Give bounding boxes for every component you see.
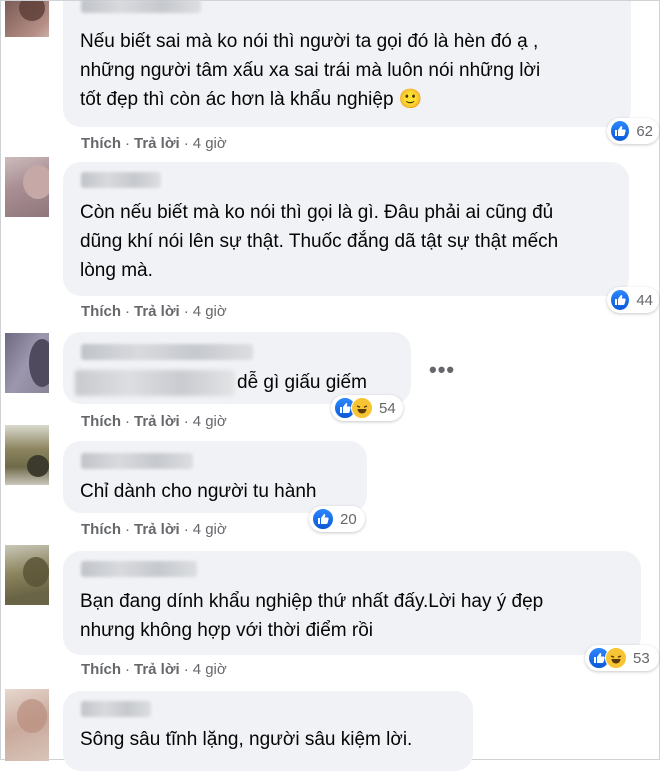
avatar[interactable] [5, 157, 49, 217]
commenter-name[interactable] [81, 172, 161, 188]
timestamp[interactable]: 4 giờ [193, 135, 227, 152]
haha-reaction-icon [351, 397, 373, 419]
commenter-name[interactable] [81, 453, 193, 469]
comment-bubble: Bạn đang dính khẩu nghiệp thứ nhất đấy.L… [63, 551, 641, 655]
commenter-name[interactable] [81, 561, 197, 577]
comment-text: Còn nếu biết mà ko nói thì gọi là gì. Đâ… [80, 202, 559, 281]
comment-bubble: Nếu biết sai mà ko nói thì người ta gọi … [63, 0, 631, 127]
reply-link[interactable]: Trả lời [134, 135, 180, 152]
comment-text: Bạn đang dính khẩu nghiệp thứ nhất đấy.L… [80, 591, 544, 641]
comment-actions: Thích · Trả lời · 4 giờ [81, 135, 227, 152]
blurred-text [75, 370, 235, 396]
reaction-summary[interactable]: 44 [607, 287, 659, 313]
commenter-name[interactable] [81, 344, 253, 360]
comment-text: dễ gì giấu giếm [237, 372, 367, 393]
avatar[interactable] [5, 425, 49, 485]
comment-bubble: Chỉ dành cho người tu hành [63, 441, 367, 513]
avatar[interactable] [5, 689, 49, 761]
like-reaction-icon [312, 508, 334, 530]
like-link[interactable]: Thích [81, 521, 121, 538]
comment-bubble: Sông sâu tĩnh lặng, người sâu kiệm lời. [63, 691, 473, 771]
reply-link[interactable]: Trả lời [134, 661, 180, 678]
haha-reaction-icon [605, 647, 627, 669]
avatar[interactable] [5, 545, 49, 605]
comment-text: Nếu biết sai mà ko nói thì người ta gọi … [80, 31, 541, 110]
like-reaction-icon [610, 289, 631, 311]
more-options-icon[interactable]: ••• [429, 357, 455, 383]
like-link[interactable]: Thích [81, 413, 121, 430]
like-link[interactable]: Thích [81, 303, 121, 320]
reaction-summary[interactable]: 53 [585, 645, 659, 671]
comment-text: Chỉ dành cho người tu hành [80, 481, 317, 502]
timestamp[interactable]: 4 giờ [193, 303, 227, 320]
reaction-count: 53 [633, 649, 650, 667]
commenter-name[interactable] [81, 0, 201, 13]
reaction-summary[interactable]: 62 [607, 118, 659, 144]
comment-actions: Thích · Trả lời · 4 giờ [81, 413, 227, 430]
reply-link[interactable]: Trả lời [134, 521, 180, 538]
comment-bubble: Còn nếu biết mà ko nói thì gọi là gì. Đâ… [63, 162, 629, 296]
reaction-count: 54 [379, 399, 396, 417]
reply-link[interactable]: Trả lời [134, 303, 180, 320]
timestamp[interactable]: 4 giờ [193, 413, 227, 430]
reaction-count: 62 [636, 122, 653, 140]
reaction-summary[interactable]: 20 [309, 506, 365, 532]
comment-bubble: dễ gì giấu giếm [63, 332, 411, 404]
like-link[interactable]: Thích [81, 661, 121, 678]
reaction-count: 20 [340, 510, 357, 528]
comment-actions: Thích · Trả lời · 4 giờ [81, 303, 227, 320]
reaction-summary[interactable]: 54 [331, 395, 403, 421]
comment-actions: Thích · Trả lời · 4 giờ [81, 661, 227, 678]
like-link[interactable]: Thích [81, 135, 121, 152]
timestamp[interactable]: 4 giờ [193, 521, 227, 538]
timestamp[interactable]: 4 giờ [193, 661, 227, 678]
reply-link[interactable]: Trả lời [134, 413, 180, 430]
comment-text: Sông sâu tĩnh lặng, người sâu kiệm lời. [80, 729, 413, 750]
commenter-name[interactable] [81, 701, 151, 717]
avatar[interactable] [5, 333, 49, 393]
reaction-count: 44 [636, 291, 653, 309]
avatar[interactable] [5, 1, 49, 37]
like-reaction-icon [610, 120, 631, 142]
comment-actions: Thích · Trả lời · 4 giờ [81, 521, 227, 538]
